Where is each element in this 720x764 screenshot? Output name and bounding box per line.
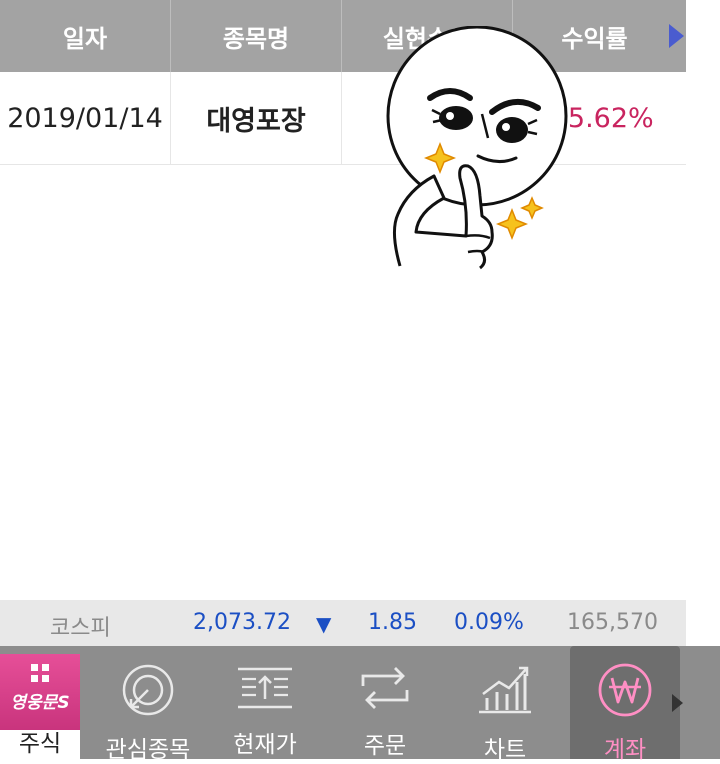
bottom-nav: 관심종목 현재가 주문 차트 계좌 [0,646,720,763]
table-row[interactable]: 2019/01/14 대영포장 +5.62% [0,72,686,165]
grid-icon [31,664,49,682]
nav-item-order[interactable]: 주문 [330,646,440,759]
nav-label-order: 주문 [363,733,407,759]
nav-item-chart[interactable]: 차트 [450,646,560,763]
brand-badge: 영웅문S [0,654,80,730]
column-header-date[interactable]: 일자 [0,0,171,72]
nav-label-current-price: 현재가 [233,732,297,758]
nav-item-current-price[interactable]: 현재가 [210,646,320,759]
index-change-percent: 0.09% [454,610,524,635]
cell-stock-name: 대영포장 [171,72,342,164]
chart-icon [475,664,535,716]
nav-label-stock: 주식 [0,730,80,759]
down-arrow-icon: ▼ [316,612,332,636]
index-volume: 165,570 [567,610,658,635]
index-name: 코스피 [50,616,111,641]
target-icon [118,664,178,716]
nav-item-stock[interactable]: 영웅문S 주식 [0,654,80,759]
exchange-arrows-icon [355,664,415,712]
index-change: 1.85 [368,610,417,635]
scroll-right-icon[interactable] [669,24,684,48]
brand-logo: 영웅문S [10,693,70,713]
cell-date: 2019/01/14 [0,72,171,164]
nav-more-arrow-icon[interactable] [672,694,683,712]
won-icon [595,663,655,717]
nav-item-account[interactable]: 계좌 [570,646,680,763]
table-header: 일자 종목명 실현손익 수익률 [0,0,686,72]
index-value: 2,073.72 [193,610,291,635]
nav-item-watchlist[interactable]: 관심종목 [93,646,203,763]
column-header-stock-name[interactable]: 종목명 [171,0,342,72]
index-ticker-bar[interactable]: 코스피 2,073.72 ▼ 1.85 0.09% 165,570 [0,600,686,646]
price-list-icon [235,664,295,711]
thumbs-up-character-sticker [386,26,568,270]
